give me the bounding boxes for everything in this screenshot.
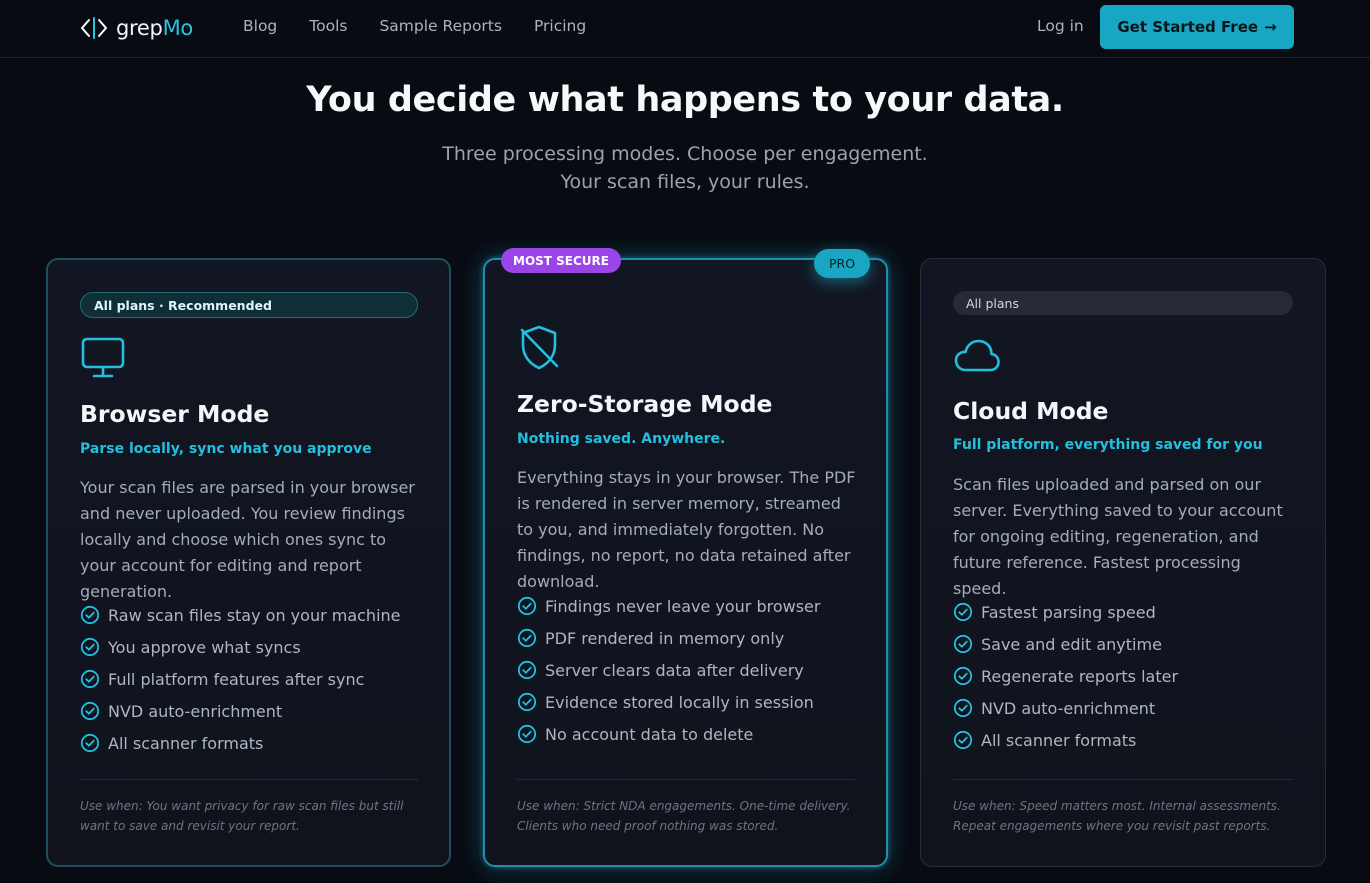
nav-links: Blog Tools Sample Reports Pricing <box>243 17 586 35</box>
list-item: NVD auto-enrichment <box>80 695 401 727</box>
card-description: Your scan files are parsed in your brows… <box>80 478 415 601</box>
feature-list: Findings never leave your browser PDF re… <box>517 590 820 750</box>
check-circle-icon <box>953 666 973 686</box>
list-item: NVD auto-enrichment <box>953 692 1178 724</box>
list-item: Save and edit anytime <box>953 628 1178 660</box>
list-item: Server clears data after delivery <box>517 654 820 686</box>
check-circle-icon <box>953 634 973 654</box>
plan-pill: All plans · Recommended <box>80 292 418 318</box>
list-item: You approve what syncs <box>80 631 401 663</box>
nav-link-sample-reports[interactable]: Sample Reports <box>379 17 502 35</box>
list-item: Evidence stored locally in session <box>517 686 820 718</box>
monitor-icon <box>80 336 128 380</box>
check-circle-icon <box>80 605 100 625</box>
cloud-icon <box>953 337 1001 375</box>
list-item: Fastest parsing speed <box>953 596 1178 628</box>
zero-storage-mode-card: MOST SECURE PRO Zero-Storage Mode Nothin… <box>483 248 888 867</box>
divider <box>953 779 1293 780</box>
card-title: Browser Mode <box>80 400 270 428</box>
nav-link-blog[interactable]: Blog <box>243 17 277 35</box>
get-started-label: Get Started Free <box>1117 18 1259 36</box>
check-circle-icon <box>953 602 973 622</box>
list-item: Findings never leave your browser <box>517 590 820 622</box>
card-tagline: Parse locally, sync what you approve <box>80 441 372 457</box>
most-secure-badge: MOST SECURE <box>501 248 621 273</box>
top-navbar: grepMo Blog Tools Sample Reports Pricing… <box>0 0 1370 58</box>
use-when-note: Use when: Strict NDA engagements. One-ti… <box>517 799 851 833</box>
hero-title: You decide what happens to your data. <box>306 80 1064 120</box>
logo-main: grep <box>116 16 163 40</box>
feature-label: NVD auto-enrichment <box>981 698 1156 718</box>
check-circle-icon <box>517 596 537 616</box>
hero-subtitle-line-2: Your scan files, your rules. <box>560 171 810 193</box>
divider <box>517 779 855 780</box>
logo[interactable]: grepMo <box>80 14 193 42</box>
list-item: PDF rendered in memory only <box>517 622 820 654</box>
card-description: Everything stays in your browser. The PD… <box>517 468 856 591</box>
feature-list: Fastest parsing speed Save and edit anyt… <box>953 596 1178 756</box>
login-link[interactable]: Log in <box>1037 17 1084 35</box>
code-brackets-icon <box>81 17 107 39</box>
get-started-button[interactable]: Get Started Free → <box>1100 5 1294 49</box>
pro-badge: PRO <box>814 249 870 278</box>
feature-label: NVD auto-enrichment <box>108 701 283 721</box>
arrow-right-icon: → <box>1264 18 1277 36</box>
logo-text: grepMo <box>116 16 193 40</box>
hero-subtitle-line-1: Three processing modes. Choose per engag… <box>442 143 928 165</box>
nav-link-pricing[interactable]: Pricing <box>534 17 586 35</box>
browser-mode-card: All plans · Recommended Browser Mode Par… <box>46 258 451 867</box>
feature-label: Save and edit anytime <box>981 634 1162 654</box>
check-circle-icon <box>517 628 537 648</box>
card-tagline: Nothing saved. Anywhere. <box>517 431 726 447</box>
cloud-mode-card: All plans Cloud Mode Full platform, ever… <box>920 258 1326 867</box>
feature-label: PDF rendered in memory only <box>545 628 785 648</box>
logo-accent: Mo <box>162 16 194 40</box>
list-item: All scanner formats <box>80 727 401 759</box>
shield-off-icon <box>517 324 565 372</box>
feature-label: All scanner formats <box>108 733 264 753</box>
hero-subtitle: Three processing modes. Choose per engag… <box>0 140 1370 196</box>
card-title: Cloud Mode <box>953 397 1109 425</box>
feature-list: Raw scan files stay on your machine You … <box>80 599 401 759</box>
list-item: Full platform features after sync <box>80 663 401 695</box>
use-when-note: Use when: Speed matters most. Internal a… <box>953 799 1281 833</box>
check-circle-icon <box>953 730 973 750</box>
check-circle-icon <box>80 637 100 657</box>
feature-label: Raw scan files stay on your machine <box>108 605 401 625</box>
feature-label: Fastest parsing speed <box>981 602 1156 622</box>
check-circle-icon <box>517 692 537 712</box>
feature-label: You approve what syncs <box>108 637 301 657</box>
check-circle-icon <box>80 733 100 753</box>
card-tagline: Full platform, everything saved for you <box>953 437 1263 453</box>
card-description: Scan files uploaded and parsed on our se… <box>953 475 1283 598</box>
check-circle-icon <box>517 724 537 744</box>
list-item: No account data to delete <box>517 718 820 750</box>
feature-label: No account data to delete <box>545 724 754 744</box>
card-title: Zero-Storage Mode <box>517 390 773 418</box>
nav-link-tools[interactable]: Tools <box>309 17 347 35</box>
divider <box>80 779 418 780</box>
feature-label: Evidence stored locally in session <box>545 692 814 712</box>
feature-label: Regenerate reports later <box>981 666 1179 686</box>
use-when-note: Use when: You want privacy for raw scan … <box>80 799 404 833</box>
feature-label: All scanner formats <box>981 730 1137 750</box>
plan-pill: All plans <box>953 291 1293 315</box>
check-circle-icon <box>953 698 973 718</box>
feature-label: Full platform features after sync <box>108 669 365 689</box>
list-item: Regenerate reports later <box>953 660 1178 692</box>
check-circle-icon <box>517 660 537 680</box>
feature-label: Server clears data after delivery <box>545 660 804 680</box>
check-circle-icon <box>80 701 100 721</box>
feature-label: Findings never leave your browser <box>545 596 821 616</box>
check-circle-icon <box>80 669 100 689</box>
list-item: Raw scan files stay on your machine <box>80 599 401 631</box>
list-item: All scanner formats <box>953 724 1178 756</box>
